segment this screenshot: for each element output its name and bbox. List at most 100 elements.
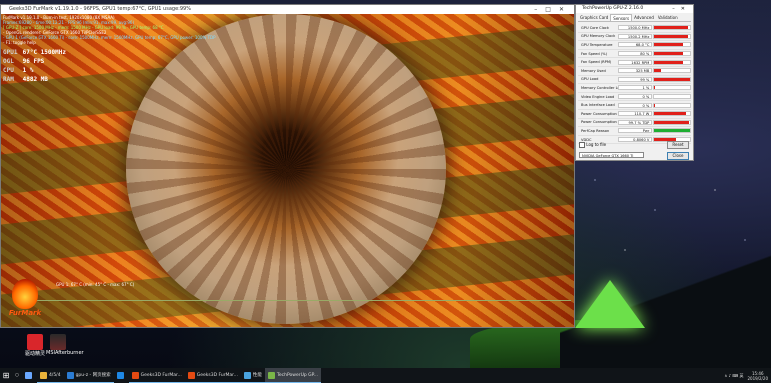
clock-date: 2019/2/20 (747, 375, 768, 381)
desktop-icon-msi-afterburner[interactable]: MSIAfterburner (46, 334, 84, 360)
window-controls[interactable]: –□✕ (534, 5, 572, 14)
furmark-title: Geeks3D FurMark v1.19.1.0 - 96FPS, GPU1 … (9, 6, 191, 12)
taskbar-app[interactable]: gpu-z - 网页搜索 (63, 368, 114, 383)
sensor-value[interactable]: 0 % (617, 102, 653, 108)
sensor-graph-fill (654, 52, 683, 56)
start-button[interactable]: ⊞ (0, 368, 12, 383)
sensor-graph-fill (654, 60, 683, 64)
sensor-value[interactable]: 0 % (617, 94, 653, 100)
clock[interactable]: 15:46 2019/2/20 (747, 371, 768, 381)
sensor-list: GPU Core Clock 1500.0 MHz GPU Memory Clock… (578, 24, 691, 145)
sensor-row: Fan Speed (RPM) 1632 RPM (578, 58, 691, 67)
desktop-icon-driver-genius[interactable]: 驱动精灵 (23, 334, 47, 360)
stars-decoration (575, 160, 771, 270)
sensor-value[interactable]: 99 % (617, 76, 653, 82)
log-checkbox[interactable] (579, 142, 585, 148)
hud-line: - F1: toggle help (3, 40, 36, 45)
fur-donut-object (126, 14, 446, 324)
sensor-name: Power Consumption (W) (581, 111, 618, 116)
sensor-value[interactable]: Pwr (617, 128, 653, 134)
log-label: Log to file (586, 142, 607, 147)
taskbar-app[interactable]: 性能 (240, 368, 265, 383)
close-button[interactable]: Close (667, 152, 689, 160)
sensor-graph (653, 51, 691, 57)
sensor-graph-fill (654, 69, 662, 73)
gpuz-titlebar[interactable]: TechPowerUp GPU-Z 2.16.0 –✕ (576, 5, 693, 13)
sensor-row: Bus Interface Load 0 % (578, 101, 691, 110)
window-controls[interactable]: –✕ (672, 5, 691, 13)
app-icon (131, 371, 139, 379)
gpu-temp-graph-line (31, 300, 571, 301)
taskbar-app-label: 4/5/4 (48, 372, 61, 378)
sensor-value[interactable]: 1500.0 MHz (617, 25, 653, 31)
stat-label: OGL (3, 58, 14, 65)
furmark-render-canvas: FurMark v1.19.1.0 - Burn-in test, 1920x1… (1, 14, 574, 327)
stat-label: GPU1 (3, 49, 18, 56)
glowing-tent (575, 280, 645, 328)
taskbar-app[interactable] (114, 368, 129, 383)
taskbar-app[interactable]: TechPowerUp GP... (264, 368, 321, 383)
sensor-value[interactable]: 99.7 % TDP (617, 119, 653, 125)
overlay-stats: GPU1 67°C 1500MHz OGL 96 FPS CPU 1 % RAM… (3, 48, 66, 84)
sensor-value[interactable]: 1632 RPM (617, 59, 653, 65)
stat-value: 4882 MB (22, 76, 48, 83)
reset-button[interactable]: Reset (667, 141, 689, 149)
tab-validation[interactable]: Validation (656, 14, 680, 21)
system-tray: ∧ ♪ ⌨ 英 15:46 2019/2/20 (724, 368, 768, 383)
sensor-value[interactable]: 68.0 °C (617, 42, 653, 48)
sensor-name: VDDC (581, 137, 592, 142)
stat-row: GPU1 67°C 1500MHz (3, 48, 66, 57)
sensor-value[interactable]: 80 % (617, 51, 653, 57)
sensor-graph (653, 59, 691, 65)
sensor-graph-fill (654, 112, 687, 116)
app-icon (187, 371, 195, 379)
furmark-titlebar[interactable]: Geeks3D FurMark v1.19.1.0 - 96FPS, GPU1 … (1, 5, 574, 14)
tab-graphics-card[interactable]: Graphics Card (578, 14, 610, 21)
sensor-value[interactable]: 0.8060 V (617, 137, 653, 143)
sensor-name: GPU Memory Clock (581, 34, 616, 39)
desktop-icon-label: 驱动精灵 (24, 351, 45, 357)
sensor-value[interactable]: 1 % (617, 85, 653, 91)
search-button[interactable]: ○ (12, 368, 22, 383)
sensor-value[interactable]: 110.7 W (617, 111, 653, 117)
furmark-logo: FurMark (3, 279, 47, 327)
taskbar-app[interactable]: Geeks3D FurMar... (128, 368, 185, 383)
log-to-file-option[interactable]: Log to file (579, 142, 606, 148)
gpuz-window[interactable]: TechPowerUp GPU-Z 2.16.0 –✕ Graphics Car… (575, 4, 694, 161)
sensor-graph (653, 94, 691, 100)
sensor-row: Video Engine Load 0 % (578, 93, 691, 102)
sensor-name: Power Consumption (%) (581, 120, 618, 125)
tab-sensors[interactable]: Sensors (610, 14, 633, 21)
sensor-name: Bus Interface Load (581, 103, 615, 108)
sensor-row: Memory Controller Load1 % (578, 84, 691, 93)
stat-value: 96 FPS (22, 58, 45, 65)
app-icon (116, 372, 124, 379)
sensor-graph-fill (654, 26, 689, 30)
sensor-row: Power Consumption (%)99.7 % TDP (578, 119, 691, 128)
tray-icons[interactable]: ∧ ♪ ⌨ 英 (724, 373, 743, 379)
sensor-name: Video Engine Load (581, 94, 615, 99)
sensor-row: Fan Speed (%) 80 % (578, 50, 691, 59)
sensor-row: PerfCap Reason Pwr (578, 127, 691, 136)
tab-advanced[interactable]: Advanced (632, 14, 656, 21)
sensor-value[interactable]: 1500.2 MHz (617, 33, 653, 39)
taskbar-app-label: Geeks3D FurMar... (140, 372, 182, 378)
device-select[interactable]: NVIDIA GeForce GTX 1660 Ti (579, 152, 644, 158)
sensor-graph-fill (654, 129, 690, 133)
furmark-logo-text: FurMark (8, 309, 42, 317)
taskbar-app[interactable] (22, 368, 37, 383)
hud-text: FurMark v1.19.1.0 - Burn-in test, 1920x1… (3, 15, 216, 45)
app-icon (267, 371, 275, 379)
sensor-value[interactable]: 325 MB (617, 68, 653, 74)
sensor-name: Fan Speed (%) (581, 51, 607, 56)
sensor-name: PerfCap Reason (581, 128, 610, 133)
gpuz-tabs: Graphics Card Sensors Advanced Validatio… (578, 14, 691, 22)
stat-row: RAM 4882 MB (3, 75, 66, 84)
taskbar-app[interactable]: Geeks3D FurMar... (184, 368, 241, 383)
sensor-graph-fill (654, 86, 656, 90)
taskbar: ⊞ ○ 4/5/4 gpu-z - 网页搜索 Geeks3D FurMar... Ge… (0, 368, 771, 383)
taskbar-app[interactable]: 4/5/4 (36, 368, 64, 383)
stat-row: OGL 96 FPS (3, 57, 66, 66)
sensor-name: GPU Temperature (581, 42, 613, 47)
furmark-window[interactable]: Geeks3D FurMark v1.19.1.0 - 96FPS, GPU1 … (0, 4, 575, 328)
